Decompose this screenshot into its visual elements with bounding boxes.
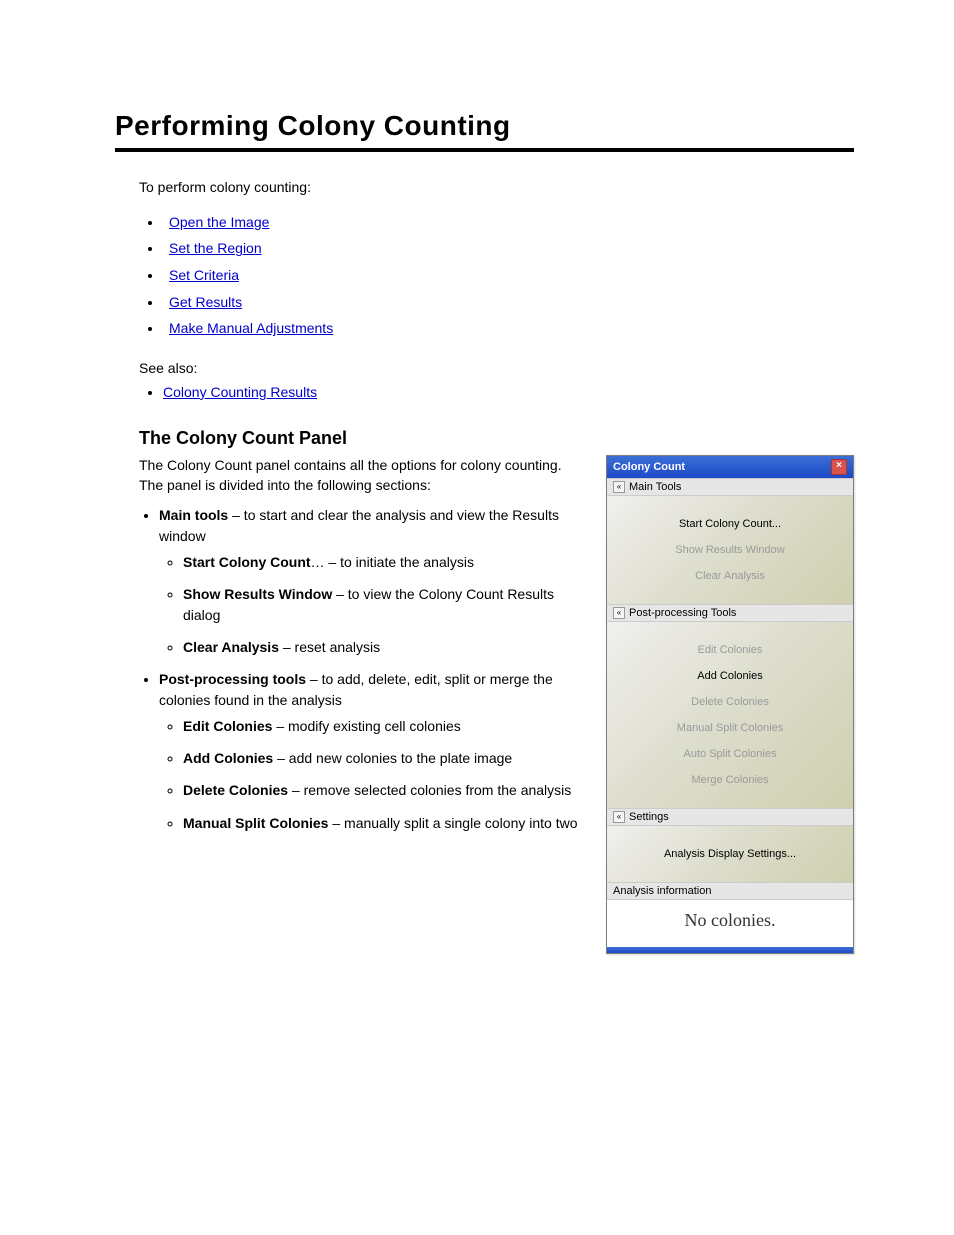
page-title: Performing Colony Counting [115, 110, 854, 142]
bullet-delete-colonies: Delete Colonies – remove selected coloni… [183, 780, 584, 800]
section-head-settings-label: Settings [629, 811, 669, 823]
tool-start-colony-count[interactable]: Start Colony Count... [613, 518, 847, 530]
see-also-list: Colony Counting Results [163, 384, 854, 400]
tool-add-colonies[interactable]: Add Colonies [613, 670, 847, 682]
link-colony-results[interactable]: Colony Counting Results [163, 384, 317, 400]
see-also-label: See also: [139, 360, 854, 376]
bullet-start-count: Start Colony Count… – to initiate the an… [183, 552, 584, 572]
panel-bottom-border [607, 947, 853, 953]
description-column: The Colony Count panel contains all the … [139, 455, 584, 845]
link-open-image[interactable]: Open the Image [169, 214, 269, 230]
section-head-main-label: Main Tools [629, 481, 681, 493]
analysis-info-text: No colonies. [607, 900, 853, 947]
section-head-post-label: Post-processing Tools [629, 607, 736, 619]
bullet-postproc-tools: Post-processing tools – to add, delete, … [159, 669, 584, 833]
panel-title: Colony Count [613, 461, 685, 473]
bullet-edit-colonies: Edit Colonies – modify existing cell col… [183, 716, 584, 736]
link-set-criteria[interactable]: Set Criteria [169, 267, 239, 283]
panel-titlebar[interactable]: Colony Count × [607, 456, 853, 478]
tool-clear-analysis: Clear Analysis [613, 570, 847, 582]
section-head-post[interactable]: « Post-processing Tools [607, 604, 853, 622]
section-head-settings[interactable]: « Settings [607, 808, 853, 826]
intro-text: To perform colony counting: [139, 178, 854, 197]
subheading: The Colony Count Panel [139, 428, 854, 449]
tool-edit-colonies: Edit Colonies [613, 644, 847, 656]
section-head-main[interactable]: « Main Tools [607, 478, 853, 496]
bullet-clear-analysis: Clear Analysis – reset analysis [183, 637, 584, 657]
tool-delete-colonies: Delete Colonies [613, 696, 847, 708]
panel-description: The Colony Count panel contains all the … [139, 455, 584, 496]
section-head-info[interactable]: Analysis information [607, 882, 853, 900]
section-head-info-label: Analysis information [613, 885, 711, 897]
title-rule [115, 148, 854, 152]
tool-merge-colonies: Merge Colonies [613, 774, 847, 786]
colony-count-panel: Colony Count × « Main Tools Start Colony… [606, 455, 854, 954]
bullet-show-results: Show Results Window – to view the Colony… [183, 584, 584, 625]
chevron-icon: « [613, 481, 625, 493]
link-get-results[interactable]: Get Results [169, 294, 242, 310]
steps-list: Open the Image Set the Region Set Criter… [163, 209, 854, 342]
close-icon[interactable]: × [831, 459, 847, 475]
tool-auto-split: Auto Split Colonies [613, 748, 847, 760]
bullet-main-tools: Main tools – to start and clear the anal… [159, 505, 584, 657]
link-manual-adj[interactable]: Make Manual Adjustments [169, 320, 333, 336]
link-set-region[interactable]: Set the Region [169, 240, 262, 256]
tool-display-settings[interactable]: Analysis Display Settings... [613, 848, 847, 860]
bullet-add-colonies: Add Colonies – add new colonies to the p… [183, 748, 584, 768]
chevron-icon: « [613, 811, 625, 823]
tool-manual-split: Manual Split Colonies [613, 722, 847, 734]
tool-show-results: Show Results Window [613, 544, 847, 556]
chevron-icon: « [613, 607, 625, 619]
bullet-manual-split: Manual Split Colonies – manually split a… [183, 813, 584, 833]
